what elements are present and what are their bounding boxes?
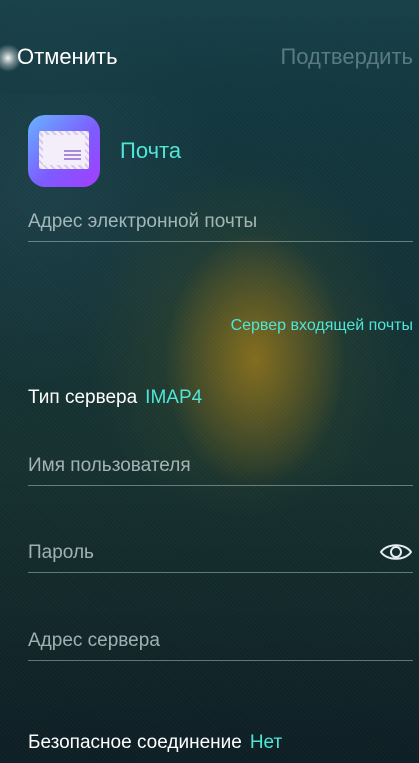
incoming-server-section-label: Сервер входящей почты xyxy=(230,317,413,334)
server-type-row[interactable]: Тип сервера IMAP4 xyxy=(28,387,202,409)
server-type-value[interactable]: IMAP4 xyxy=(145,387,202,408)
cancel-button[interactable]: Отменить xyxy=(17,44,118,70)
password-field[interactable]: Пароль xyxy=(28,542,413,573)
username-placeholder: Имя пользователя xyxy=(28,455,413,486)
top-bar: Отменить Подтвердить xyxy=(0,0,419,94)
envelope-icon xyxy=(39,131,89,169)
secure-connection-row[interactable]: Безопасное соединение Нет xyxy=(28,732,282,754)
account-header: Почта xyxy=(28,115,181,187)
confirm-button[interactable]: Подтвердить xyxy=(280,44,413,70)
email-placeholder: Адрес электронной почты xyxy=(28,211,413,242)
server-type-label: Тип сервера xyxy=(28,387,138,408)
account-name: Почта xyxy=(120,138,182,163)
server-address-field[interactable]: Адрес сервера xyxy=(28,630,413,661)
secure-connection-label: Безопасное соединение xyxy=(28,732,242,753)
email-field[interactable]: Адрес электронной почты xyxy=(28,211,413,242)
username-field[interactable]: Имя пользователя xyxy=(28,455,413,486)
eye-icon[interactable] xyxy=(379,540,413,564)
secure-connection-value[interactable]: Нет xyxy=(250,732,282,753)
mail-app-icon xyxy=(28,115,100,187)
password-placeholder: Пароль xyxy=(28,542,413,573)
server-address-placeholder: Адрес сервера xyxy=(28,630,413,661)
